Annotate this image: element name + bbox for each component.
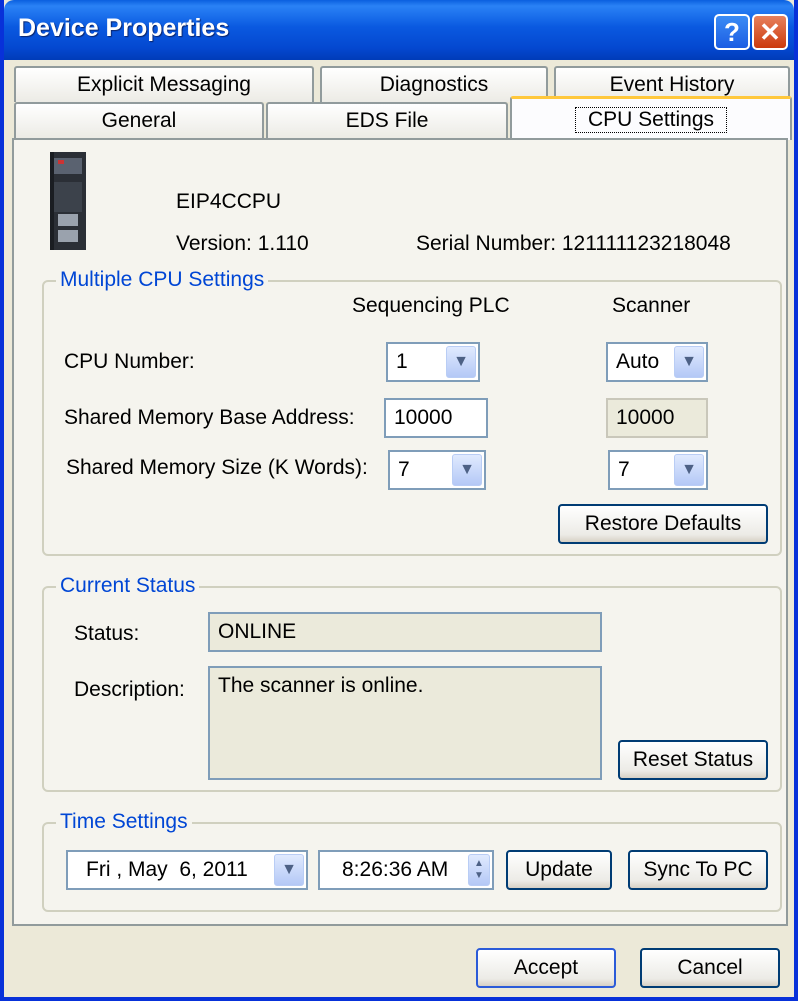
- cpu-number-label: CPU Number:: [64, 350, 195, 373]
- device-properties-window: Device Properties ? ✕ Explicit Messaging…: [0, 0, 798, 1001]
- date-picker[interactable]: Fri , May 6, 2011 ▼: [66, 850, 308, 890]
- scanner-memory-size-select[interactable]: 7 ▼: [608, 450, 708, 490]
- reset-status-button[interactable]: Reset Status: [618, 740, 768, 780]
- current-status-title: Current Status: [56, 574, 200, 598]
- time-picker[interactable]: 8:26:36 AM ▲ ▼: [318, 850, 494, 890]
- scanner-cpu-number-select[interactable]: Auto ▼: [606, 342, 708, 382]
- help-icon: ?: [724, 17, 740, 47]
- device-module-icon: [50, 152, 86, 250]
- restore-defaults-button[interactable]: Restore Defaults: [558, 504, 768, 544]
- cancel-button[interactable]: Cancel: [640, 948, 780, 988]
- tab-cpu-settings[interactable]: CPU Settings: [510, 96, 792, 140]
- close-icon: ✕: [759, 17, 781, 47]
- tab-explicit-messaging[interactable]: Explicit Messaging: [14, 66, 314, 102]
- tab-strip: Explicit Messaging Diagnostics Event His…: [4, 60, 794, 140]
- window-title: Device Properties: [18, 14, 230, 42]
- shared-base-address-label: Shared Memory Base Address:: [64, 406, 355, 429]
- sequencing-plc-header: Sequencing PLC: [352, 294, 510, 317]
- accept-button[interactable]: Accept: [476, 948, 616, 988]
- seq-base-address-input[interactable]: 10000: [384, 398, 488, 438]
- title-bar[interactable]: Device Properties ? ✕: [4, 0, 794, 60]
- shared-memory-size-label: Shared Memory Size (K Words):: [66, 456, 368, 479]
- scanner-header: Scanner: [612, 294, 691, 317]
- device-serial-number: Serial Number: 121111123218048: [416, 232, 731, 255]
- status-label: Status:: [74, 622, 140, 645]
- device-version: Version: 1.110: [176, 232, 309, 255]
- chevron-down-icon[interactable]: ▼: [674, 454, 704, 486]
- seq-memory-size-select[interactable]: 7 ▼: [388, 450, 486, 490]
- tab-eds-file[interactable]: EDS File: [266, 102, 508, 138]
- status-value-field: ONLINE: [208, 612, 602, 652]
- close-button[interactable]: ✕: [752, 14, 788, 50]
- chevron-down-icon[interactable]: ▼: [452, 454, 482, 486]
- description-label: Description:: [74, 678, 185, 701]
- scanner-base-address-input: 10000: [606, 398, 708, 438]
- chevron-down-icon[interactable]: ▼: [446, 346, 476, 378]
- description-value-field: The scanner is online.: [208, 666, 602, 780]
- spinner-icon[interactable]: ▲ ▼: [468, 854, 490, 886]
- chevron-down-icon[interactable]: ▼: [674, 346, 704, 378]
- multiple-cpu-settings-title: Multiple CPU Settings: [56, 268, 269, 292]
- tab-general[interactable]: General: [14, 102, 264, 138]
- update-button[interactable]: Update: [506, 850, 612, 890]
- chevron-down-icon[interactable]: ▼: [274, 854, 304, 886]
- sync-to-pc-button[interactable]: Sync To PC: [628, 850, 768, 890]
- time-settings-title: Time Settings: [56, 810, 192, 834]
- seq-cpu-number-select[interactable]: 1 ▼: [386, 342, 480, 382]
- help-button[interactable]: ?: [714, 14, 750, 50]
- device-name: EIP4CCPU: [176, 190, 282, 213]
